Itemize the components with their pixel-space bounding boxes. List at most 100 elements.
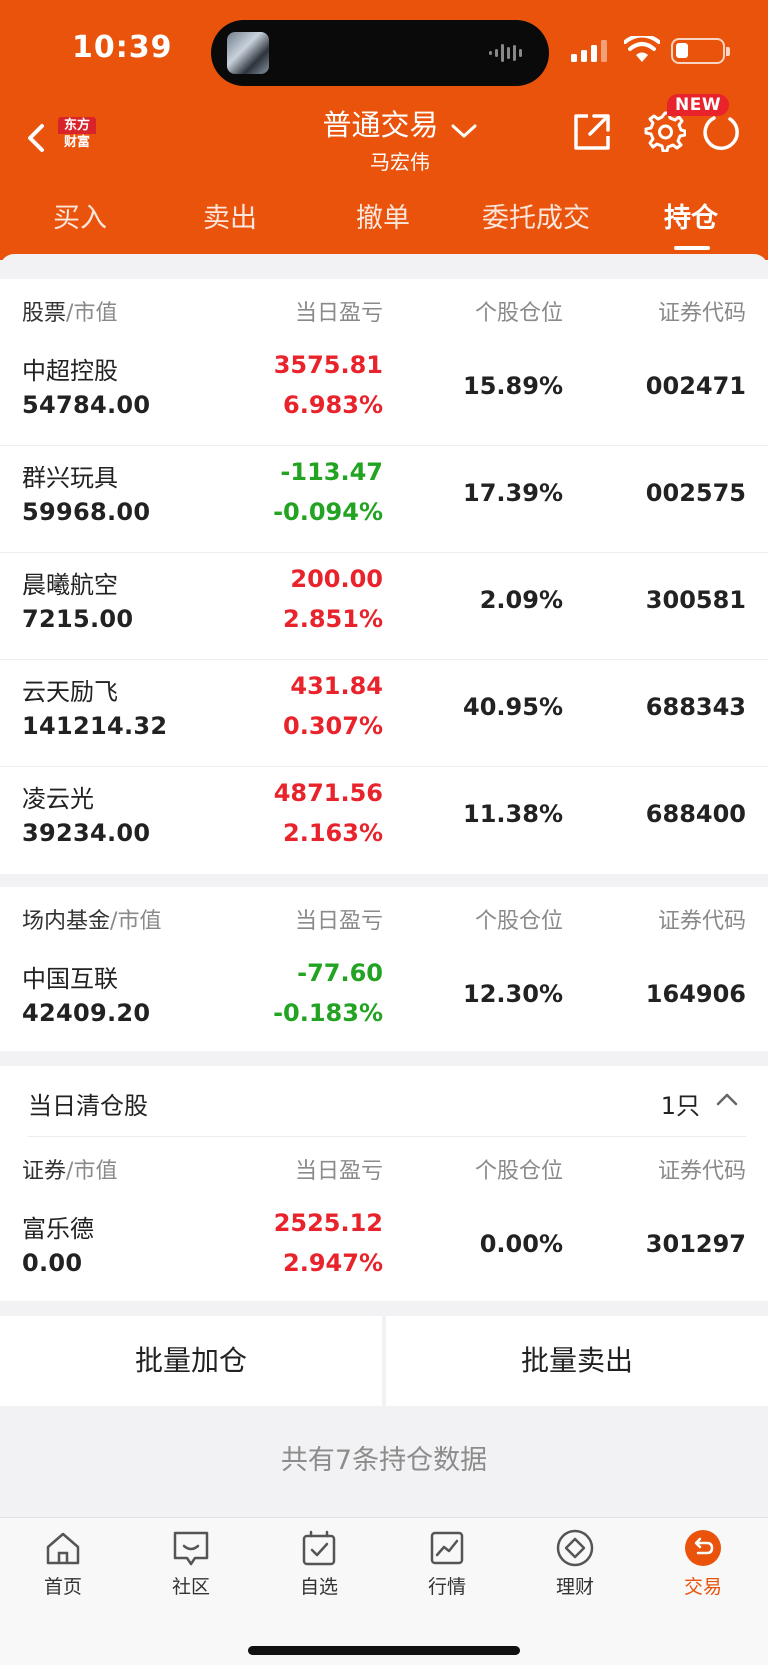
table-row[interactable]: 云天励飞 141214.32 431.84 0.307% 40.95% 6883… (0, 660, 768, 767)
daily-pl: 3575.81 (273, 351, 383, 379)
security-code: 688400 (645, 800, 746, 828)
market-value: 141214.32 (22, 712, 168, 740)
position-ratio: 15.89% (463, 372, 563, 400)
app-header: 10:39 东方 财富 普通交易 马宏伟 NEW 买入 卖出 撤单 委托成交 持… (0, 0, 768, 260)
security-code: 301297 (645, 1230, 746, 1258)
active-tab-indicator (674, 246, 710, 250)
market-value: 59968.00 (22, 498, 151, 526)
audio-waveform-icon (489, 44, 522, 62)
trade-tabs: 买入 卖出 撤单 委托成交 持仓 (0, 180, 768, 250)
col-code: 证券代码 (657, 1159, 746, 1184)
stock-name: 群兴玩具 (22, 464, 118, 492)
daily-pl-percent: 0.307% (283, 712, 383, 740)
daily-pl: 2525.12 (273, 1209, 383, 1237)
fund-holdings-card: 场内基金/市值 当日盈亏 个股仓位 证券代码 中国互联 42409.20 -77… (0, 887, 768, 1051)
share-icon[interactable] (572, 112, 612, 152)
col-code: 证券代码 (657, 909, 746, 934)
stock-name: 晨曦航空 (22, 571, 118, 599)
settings-gear-icon[interactable] (644, 110, 686, 152)
market-value: 0.00 (22, 1249, 83, 1277)
table-row[interactable]: 中超控股 54784.00 3575.81 6.983% 15.89% 0024… (0, 339, 768, 446)
chat-icon (173, 1531, 209, 1566)
daily-pl: 431.84 (290, 672, 383, 700)
market-value: 7215.00 (22, 605, 134, 633)
security-code: 002575 (645, 479, 746, 507)
col-code: 证券代码 (657, 301, 746, 326)
cleared-title: 当日清仓股 (28, 1092, 148, 1120)
chevron-down-icon (451, 124, 477, 137)
status-bar: 10:39 (0, 0, 768, 100)
daily-pl: 4871.56 (273, 779, 383, 807)
daily-pl: 200.00 (290, 565, 383, 593)
table-header: 股票/市值 当日盈亏 个股仓位 证券代码 (0, 279, 768, 339)
fund-name: 中国互联 (22, 965, 118, 993)
daily-pl-percent: 2.947% (283, 1249, 383, 1277)
eastmoney-logo: 东方 财富 (58, 115, 96, 153)
dynamic-island[interactable] (211, 20, 549, 86)
watchlist-icon (302, 1530, 336, 1566)
home-indicator (248, 1646, 520, 1655)
tab-cancel-order[interactable]: 撤单 (303, 196, 463, 235)
daily-pl-percent: -0.183% (273, 999, 383, 1027)
bottom-nav: 首页 社区 自选 行情 理财 交易 (0, 1517, 768, 1665)
col-daily-pl: 当日盈亏 (294, 1159, 383, 1184)
trade-icon (685, 1530, 721, 1566)
stock-holdings-card: 股票/市值 当日盈亏 个股仓位 证券代码 中超控股 54784.00 3575.… (0, 279, 768, 874)
nav-community[interactable]: 社区 (141, 1528, 241, 1599)
refresh-icon[interactable] (700, 112, 742, 154)
col-name-mv: 证券/市值 (22, 1159, 118, 1184)
batch-add-button[interactable]: 批量加仓 (0, 1316, 382, 1406)
table-row[interactable]: 富乐德 0.00 2525.12 2.947% 0.00% 301297 (0, 1197, 768, 1301)
market-value: 54784.00 (22, 391, 151, 419)
table-row[interactable]: 晨曦航空 7215.00 200.00 2.851% 2.09% 300581 (0, 553, 768, 660)
nav-market[interactable]: 行情 (397, 1528, 497, 1599)
daily-pl: -113.47 (280, 458, 383, 486)
security-code: 688343 (645, 693, 746, 721)
nav-trade[interactable]: 交易 (653, 1528, 753, 1599)
home-icon (46, 1532, 80, 1565)
now-playing-artwork (227, 32, 269, 74)
cleared-count: 1只 (660, 1092, 700, 1120)
batch-sell-button[interactable]: 批量卖出 (386, 1316, 768, 1406)
tab-buy[interactable]: 买入 (0, 196, 160, 235)
col-position: 个股仓位 (474, 909, 563, 934)
col-daily-pl: 当日盈亏 (294, 301, 383, 326)
position-ratio: 11.38% (463, 800, 563, 828)
market-chart-icon (430, 1531, 464, 1565)
daily-pl-percent: -0.094% (273, 498, 383, 526)
holdings-summary: 共有7条持仓数据 (280, 1445, 488, 1476)
page-title: 普通交易 (322, 108, 439, 142)
daily-pl: -77.60 (297, 959, 383, 987)
col-name-mv: 场内基金/市值 (22, 909, 162, 934)
table-row[interactable]: 中国互联 42409.20 -77.60 -0.183% 12.30% 1649… (0, 947, 768, 1051)
cleared-section-toggle[interactable]: 当日清仓股 1只 (0, 1066, 768, 1136)
wealth-diamond-icon (556, 1529, 594, 1567)
chevron-up-icon (716, 1093, 738, 1106)
stock-name: 富乐德 (22, 1215, 94, 1243)
nav-watchlist[interactable]: 自选 (269, 1528, 369, 1599)
table-row[interactable]: 群兴玩具 59968.00 -113.47 -0.094% 17.39% 002… (0, 446, 768, 553)
nav-wealth[interactable]: 理财 (525, 1528, 625, 1599)
daily-pl-percent: 6.983% (283, 391, 383, 419)
table-header: 证券/市值 当日盈亏 个股仓位 证券代码 (0, 1137, 768, 1197)
table-row[interactable]: 凌云光 39234.00 4871.56 2.163% 11.38% 68840… (0, 767, 768, 874)
status-time: 10:39 (72, 30, 173, 65)
tab-positions[interactable]: 持仓 (611, 196, 768, 235)
battery-icon (671, 38, 730, 64)
position-ratio: 40.95% (463, 693, 563, 721)
account-name: 马宏伟 (370, 150, 430, 174)
market-value: 39234.00 (22, 819, 151, 847)
col-position: 个股仓位 (474, 301, 563, 326)
stock-name: 凌云光 (22, 785, 94, 813)
table-header: 场内基金/市值 当日盈亏 个股仓位 证券代码 (0, 887, 768, 947)
daily-pl-percent: 2.851% (283, 605, 383, 633)
security-code: 300581 (645, 586, 746, 614)
back-arrow-icon[interactable] (22, 118, 52, 158)
tab-orders-trades[interactable]: 委托成交 (456, 196, 616, 235)
cellular-signal-icon (571, 40, 607, 62)
nav-home[interactable]: 首页 (13, 1528, 113, 1599)
account-switcher[interactable]: 普通交易 马宏伟 (300, 102, 500, 175)
position-ratio: 12.30% (463, 980, 563, 1008)
cleared-positions-card: 当日清仓股 1只 证券/市值 当日盈亏 个股仓位 证券代码 富乐德 0.00 2… (0, 1066, 768, 1301)
tab-sell[interactable]: 卖出 (150, 196, 310, 235)
